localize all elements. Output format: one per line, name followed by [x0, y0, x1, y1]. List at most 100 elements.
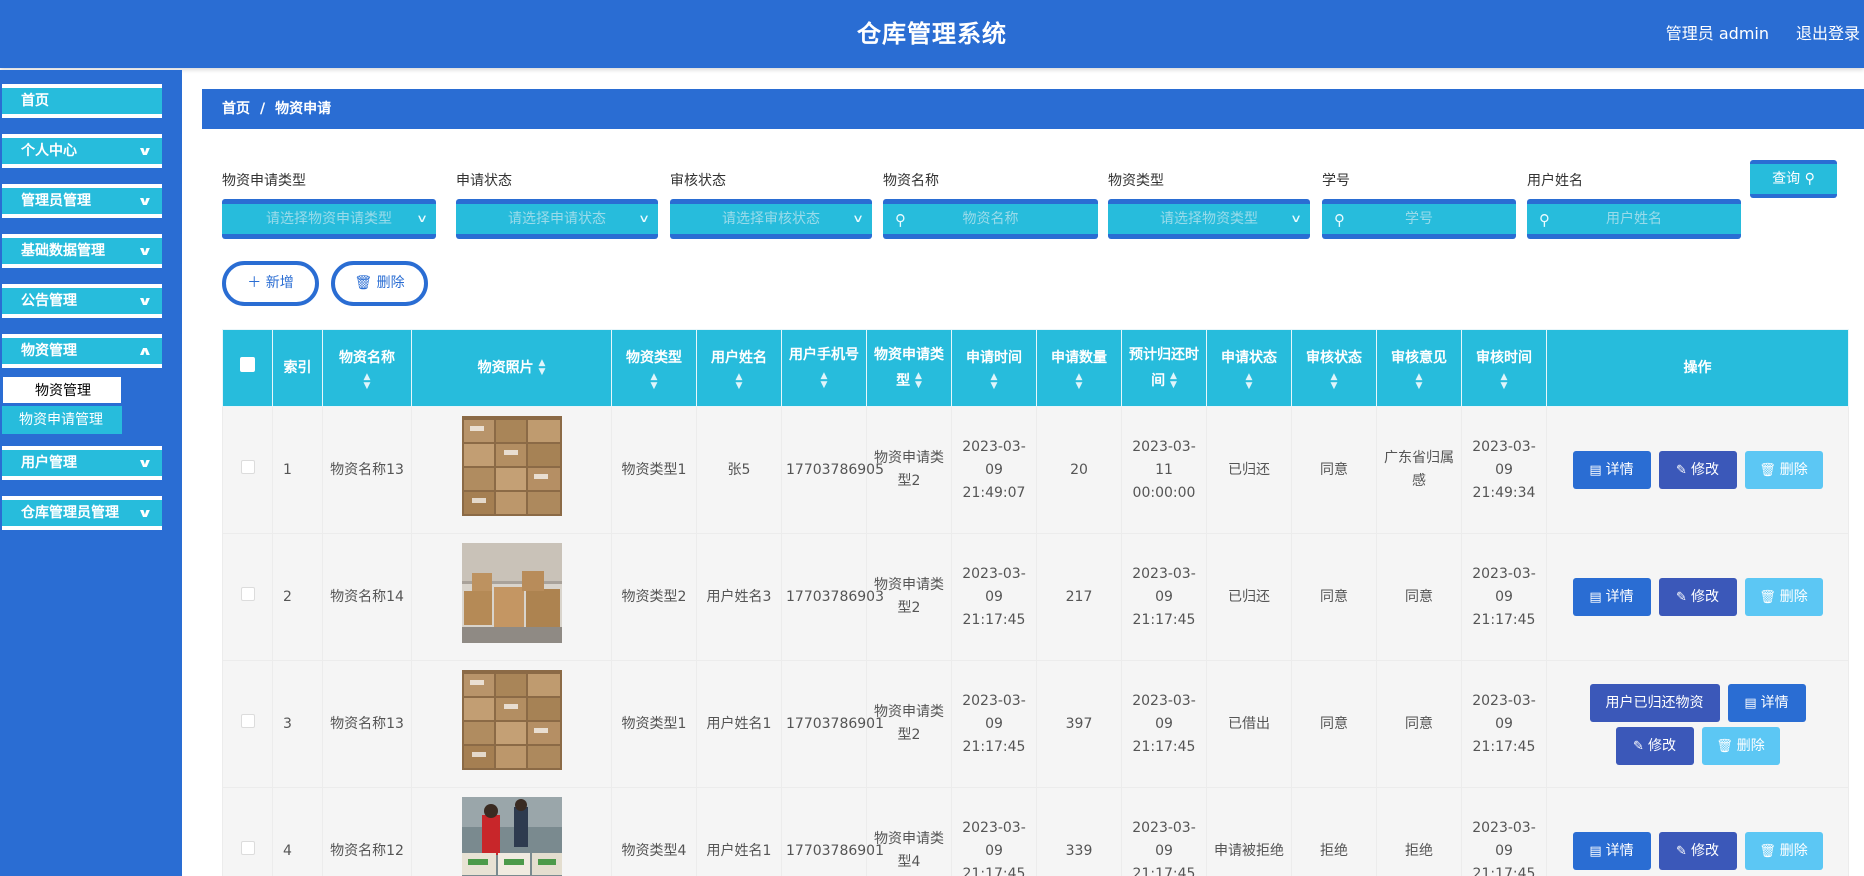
cell-audit-status: 同意: [1291, 533, 1377, 661]
row-checkbox[interactable]: [240, 459, 255, 474]
col-apply-type[interactable]: 物资申请类型 ▲ ▼: [866, 329, 952, 407]
delete-label: 删除: [1779, 843, 1808, 859]
app-title: 仓库管理系统: [857, 20, 1007, 48]
row-checkbox-cell[interactable]: [222, 406, 273, 534]
material-photo[interactable]: [461, 416, 562, 516]
cell-apply-time: 2023-03-09 21:17:45: [951, 660, 1037, 788]
row-checkbox[interactable]: [240, 713, 255, 728]
detail-button[interactable]: ▤ 详情: [1572, 451, 1651, 489]
sort-icon[interactable]: ▲ ▼: [1466, 373, 1542, 391]
document-icon: ▤: [1589, 463, 1602, 478]
query-button[interactable]: 查询 ⚲: [1750, 160, 1837, 198]
col-operations: 操作: [1546, 329, 1849, 407]
row-checkbox[interactable]: [240, 586, 255, 601]
add-button[interactable]: ＋ 新增: [222, 261, 319, 306]
col-material-name[interactable]: 物资名称 ▲ ▼: [322, 329, 412, 407]
row-checkbox[interactable]: [240, 840, 255, 855]
student-id-input[interactable]: ⚲ 学号: [1322, 199, 1516, 239]
search-icon: ⚲: [895, 211, 906, 229]
col-audit-opinion[interactable]: 审核意见 ▲ ▼: [1376, 329, 1462, 407]
delete-button[interactable]: 🗑 删除: [1701, 726, 1780, 765]
delete-button[interactable]: 🗑 删除: [1744, 578, 1823, 616]
row-checkbox-cell[interactable]: [222, 660, 273, 788]
edit-button[interactable]: ✎ 修改: [1658, 578, 1737, 616]
detail-button[interactable]: ▤ 详情: [1727, 683, 1806, 722]
breadcrumb-home[interactable]: 首页: [222, 101, 250, 117]
col-audit-status[interactable]: 审核状态 ▲ ▼: [1291, 329, 1377, 407]
cell-apply-time: 2023-03-09 21:17:45: [951, 787, 1037, 876]
edit-button[interactable]: ✎ 修改: [1658, 451, 1737, 489]
sidebar-item-user[interactable]: 用户管理 ∨: [2, 446, 162, 480]
cell-user-name: 张5: [696, 406, 782, 534]
user-returned-button[interactable]: 用户已归还物资: [1589, 683, 1720, 722]
delete-button[interactable]: 🗑 删除: [1744, 451, 1823, 489]
sort-icon[interactable]: ▲ ▼: [1381, 373, 1457, 391]
col-user-phone[interactable]: 用户手机号 ▲ ▼: [781, 329, 867, 407]
edit-button[interactable]: ✎ 修改: [1615, 726, 1694, 765]
user-name-input[interactable]: ⚲ 用户姓名: [1527, 199, 1741, 239]
sidebar-item-label: 基础数据管理: [21, 243, 105, 259]
add-button-label: 新增: [265, 275, 294, 291]
col-user-name[interactable]: 用户姓名 ▲ ▼: [696, 329, 782, 407]
filter-label-apply-type: 物资申请类型: [222, 173, 306, 189]
chevron-down-icon: ∨: [137, 194, 153, 208]
col-apply-time[interactable]: 申请时间 ▲ ▼: [951, 329, 1037, 407]
table-header-row: 索引 物资名称 ▲ ▼ 物资照片 ▲ ▼ 物资类型 ▲ ▼ 用户姓名 ▲ ▼ 用户手机号 ▲ ▼…: [222, 329, 1849, 407]
sort-icon[interactable]: ▲ ▼: [538, 359, 545, 377]
cell-audit-status: 同意: [1291, 406, 1377, 534]
detail-label: 详情: [1605, 589, 1634, 605]
submenu-material-management[interactable]: 物资管理: [2, 376, 122, 404]
col-return-time[interactable]: 预计归还时间 ▲ ▼: [1121, 329, 1207, 407]
cell-photo: [411, 533, 612, 661]
chevron-down-icon: ∨: [1289, 212, 1303, 225]
sidebar-item-base-data[interactable]: 基础数据管理 ∨: [2, 234, 162, 268]
search-icon: ⚲: [1334, 211, 1345, 229]
sort-icon[interactable]: ▲ ▼: [1041, 373, 1117, 391]
filter-label-student-id: 学号: [1322, 173, 1350, 189]
sidebar-item-notice[interactable]: 公告管理 ∨: [2, 284, 162, 318]
edit-button[interactable]: ✎ 修改: [1658, 832, 1737, 870]
material-photo[interactable]: [461, 670, 562, 770]
row-checkbox-cell[interactable]: [222, 787, 273, 876]
material-name-input[interactable]: ⚲ 物资名称: [883, 199, 1098, 239]
sidebar-item-personal-center[interactable]: 个人中心 ∨: [2, 134, 162, 168]
col-material-type[interactable]: 物资类型 ▲ ▼: [611, 329, 697, 407]
submenu-material-apply[interactable]: 物资申请管理: [2, 406, 122, 434]
apply-status-select[interactable]: 请选择申请状态 ∨: [456, 199, 658, 239]
sort-icon[interactable]: ▲ ▼: [1170, 372, 1177, 390]
logout-link[interactable]: 退出登录: [1796, 20, 1860, 44]
sidebar-item-material[interactable]: 物资管理 ∧: [2, 334, 162, 368]
material-photo[interactable]: [461, 543, 562, 643]
sidebar-item-admin-management[interactable]: 管理员管理 ∨: [2, 184, 162, 218]
sort-icon[interactable]: ▲ ▼: [1296, 373, 1372, 391]
row-checkbox-cell[interactable]: [222, 533, 273, 661]
sort-icon[interactable]: ▲ ▼: [1211, 373, 1287, 391]
audit-status-placeholder: 请选择审核状态: [722, 211, 820, 227]
sort-icon[interactable]: ▲ ▼: [327, 373, 407, 391]
cell-audit-time: 2023-03-09 21:17:45: [1461, 533, 1547, 661]
sort-icon[interactable]: ▲ ▼: [616, 373, 692, 391]
edit-label: 修改: [1690, 843, 1719, 859]
material-type-select[interactable]: 请选择物资类型 ∨: [1108, 199, 1310, 239]
col-apply-status[interactable]: 申请状态 ▲ ▼: [1206, 329, 1292, 407]
material-photo[interactable]: [461, 797, 562, 876]
cell-material-type: 物资类型4: [611, 787, 697, 876]
cell-apply-status: 已归还: [1206, 533, 1292, 661]
batch-delete-button[interactable]: 🗑 删除: [331, 261, 428, 306]
col-apply-qty[interactable]: 申请数量 ▲ ▼: [1036, 329, 1122, 407]
select-all-checkbox-cell[interactable]: [222, 329, 273, 407]
select-all-checkbox[interactable]: [240, 357, 255, 372]
detail-button[interactable]: ▤ 详情: [1572, 578, 1651, 616]
col-audit-time[interactable]: 审核时间 ▲ ▼: [1461, 329, 1547, 407]
sidebar-item-home[interactable]: 首页: [2, 84, 162, 118]
sort-icon[interactable]: ▲ ▼: [821, 372, 828, 390]
sort-icon[interactable]: ▲ ▼: [956, 373, 1032, 391]
audit-status-select[interactable]: 请选择审核状态 ∨: [670, 199, 872, 239]
delete-button[interactable]: 🗑 删除: [1744, 832, 1823, 870]
apply-type-select[interactable]: 请选择物资申请类型 ∨: [222, 199, 436, 239]
sidebar-item-warehouse-admin[interactable]: 仓库管理员管理 ∨: [2, 496, 162, 530]
sort-icon[interactable]: ▲ ▼: [701, 373, 777, 391]
sort-icon[interactable]: ▲ ▼: [915, 372, 922, 390]
col-material-photo[interactable]: 物资照片 ▲ ▼: [411, 329, 612, 407]
detail-button[interactable]: ▤ 详情: [1572, 832, 1651, 870]
